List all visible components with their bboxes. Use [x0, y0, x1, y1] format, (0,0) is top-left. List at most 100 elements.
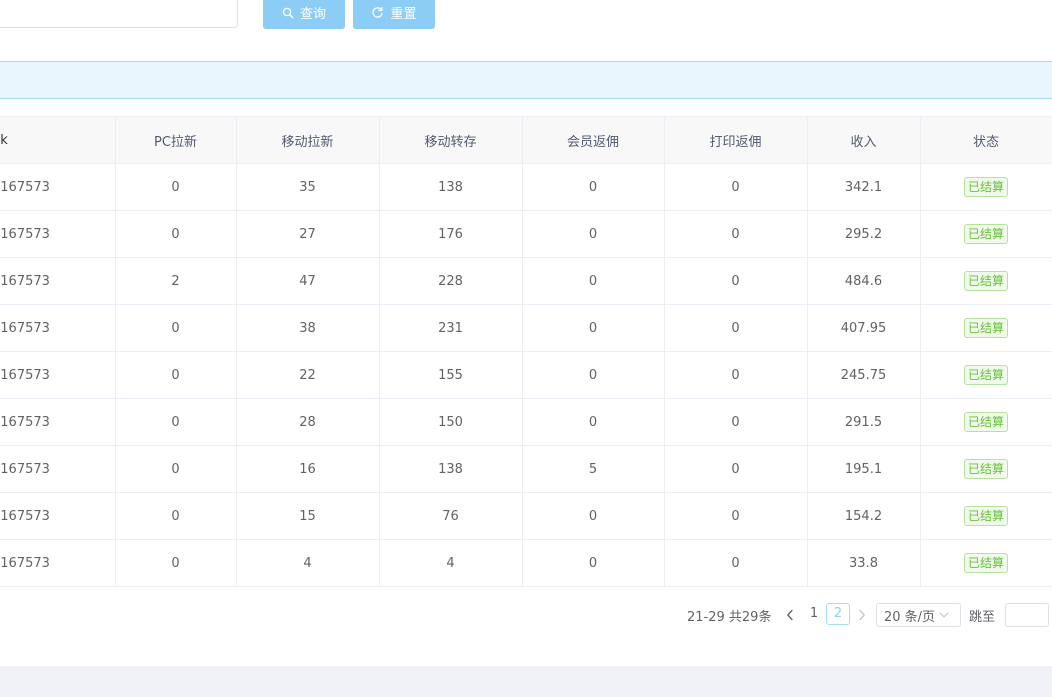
cell-pc-new: 0	[115, 210, 237, 258]
cell-uk: 7167573	[0, 445, 116, 493]
cell-status: 已结算	[920, 445, 1052, 493]
cell-member-commission: 0	[522, 210, 665, 258]
pagination: 21-29 共29条 1 2 20 条/页 跳至	[0, 603, 1052, 627]
info-alert-bar	[0, 61, 1052, 99]
page-item-2-current[interactable]: 2	[826, 603, 850, 625]
cell-member-commission: 5	[522, 445, 665, 493]
cell-pc-new: 0	[115, 304, 237, 352]
cell-mobile-save: 231	[379, 304, 523, 352]
cell-pc-new: 0	[115, 351, 237, 399]
cell-uk: 7167573	[0, 398, 116, 446]
cell-member-commission: 0	[522, 398, 665, 446]
cell-pc-new: 0	[115, 163, 237, 211]
cell-member-commission: 0	[522, 351, 665, 399]
cell-mobile-save: 176	[379, 210, 523, 258]
main-card: 查询 重置 uk	[0, 0, 1052, 666]
cell-income: 33.8	[807, 539, 921, 587]
cell-mobile-save: 150	[379, 398, 523, 446]
table-header-row: uk PC拉新 移动拉新 移动转存 会员返佣 打印返佣 收入 状态	[0, 116, 1052, 164]
cell-print-commission: 0	[664, 445, 808, 493]
cell-status: 已结算	[920, 539, 1052, 587]
cell-mobile-save: 138	[379, 445, 523, 493]
cell-mobile-save: 138	[379, 163, 523, 211]
jump-to-label: 跳至	[969, 610, 996, 625]
cell-status: 已结算	[920, 163, 1052, 211]
cell-print-commission: 0	[664, 539, 808, 587]
column-header-pc-new: PC拉新	[115, 116, 237, 164]
column-header-status: 状态	[920, 116, 1052, 164]
cell-income: 154.2	[807, 492, 921, 540]
cell-mobile-new: 47	[236, 257, 380, 305]
cell-print-commission: 0	[664, 210, 808, 258]
cell-mobile-save: 4	[379, 539, 523, 587]
prev-page-button[interactable]	[784, 607, 796, 623]
cell-uk: 7167573	[0, 492, 116, 540]
column-header-mobile-new: 移动拉新	[236, 116, 380, 164]
cell-mobile-save: 228	[379, 257, 523, 305]
cell-income: 291.5	[807, 398, 921, 446]
query-button-label: 查询	[299, 7, 326, 22]
cell-mobile-new: 27	[236, 210, 380, 258]
page-size-value: 20 条/页	[884, 609, 936, 625]
search-input[interactable]	[0, 0, 238, 28]
cell-member-commission: 0	[522, 492, 665, 540]
cell-status: 已结算	[920, 304, 1052, 352]
cell-status: 已结算	[920, 257, 1052, 305]
cell-member-commission: 0	[522, 163, 665, 211]
cell-print-commission: 0	[664, 304, 808, 352]
cell-income: 245.75	[807, 351, 921, 399]
cell-pc-new: 0	[115, 539, 237, 587]
table-row: 7167573 0 35 138 0 0 342.1 已结算	[0, 163, 1052, 211]
cell-income: 407.95	[807, 304, 921, 352]
cell-uk: 7167573	[0, 257, 116, 305]
cell-uk: 7167573	[0, 304, 116, 352]
table-row: 7167573 0 16 138 5 0 195.1 已结算	[0, 445, 1052, 493]
cell-mobile-new: 22	[236, 351, 380, 399]
cell-income: 484.6	[807, 257, 921, 305]
status-badge: 已结算	[963, 553, 1008, 573]
cell-print-commission: 0	[664, 163, 808, 211]
cell-income: 295.2	[807, 210, 921, 258]
status-badge: 已结算	[963, 412, 1008, 432]
chevron-down-icon	[939, 612, 949, 618]
page-item-1[interactable]: 1	[809, 606, 819, 621]
cell-pc-new: 0	[115, 492, 237, 540]
cell-pc-new: 2	[115, 257, 237, 305]
status-badge: 已结算	[963, 224, 1008, 244]
column-header-print-commission: 打印返佣	[664, 116, 808, 164]
cell-member-commission: 0	[522, 257, 665, 305]
status-badge: 已结算	[963, 271, 1008, 291]
status-badge: 已结算	[963, 459, 1008, 479]
refresh-icon	[371, 6, 384, 19]
cell-mobile-save: 76	[379, 492, 523, 540]
cell-mobile-new: 28	[236, 398, 380, 446]
cell-pc-new: 0	[115, 445, 237, 493]
pagination-total: 21-29 共29条	[687, 610, 772, 625]
cell-mobile-save: 155	[379, 351, 523, 399]
cell-uk: 7167573	[0, 539, 116, 587]
cell-print-commission: 0	[664, 398, 808, 446]
status-badge: 已结算	[963, 318, 1008, 338]
reset-button-label: 重置	[390, 7, 417, 22]
cell-print-commission: 0	[664, 257, 808, 305]
column-header-mobile-save: 移动转存	[379, 116, 523, 164]
page-size-select[interactable]: 20 条/页	[876, 603, 961, 627]
reset-button[interactable]: 重置	[353, 0, 435, 29]
cell-status: 已结算	[920, 210, 1052, 258]
cell-member-commission: 0	[522, 304, 665, 352]
cell-income: 342.1	[807, 163, 921, 211]
cell-print-commission: 0	[664, 492, 808, 540]
table-row: 7167573 0 28 150 0 0 291.5 已结算	[0, 398, 1052, 446]
cell-income: 195.1	[807, 445, 921, 493]
query-button[interactable]: 查询	[263, 0, 345, 29]
cell-status: 已结算	[920, 351, 1052, 399]
next-page-button[interactable]	[856, 607, 868, 623]
table-row: 7167573 0 4 4 0 0 33.8 已结算	[0, 539, 1052, 587]
cell-member-commission: 0	[522, 539, 665, 587]
cell-mobile-new: 15	[236, 492, 380, 540]
chevron-right-icon	[859, 609, 865, 621]
cell-uk: 7167573	[0, 210, 116, 258]
search-icon	[282, 7, 294, 19]
table-row: 7167573 2 47 228 0 0 484.6 已结算	[0, 257, 1052, 305]
jump-to-page-input[interactable]	[1005, 603, 1049, 627]
